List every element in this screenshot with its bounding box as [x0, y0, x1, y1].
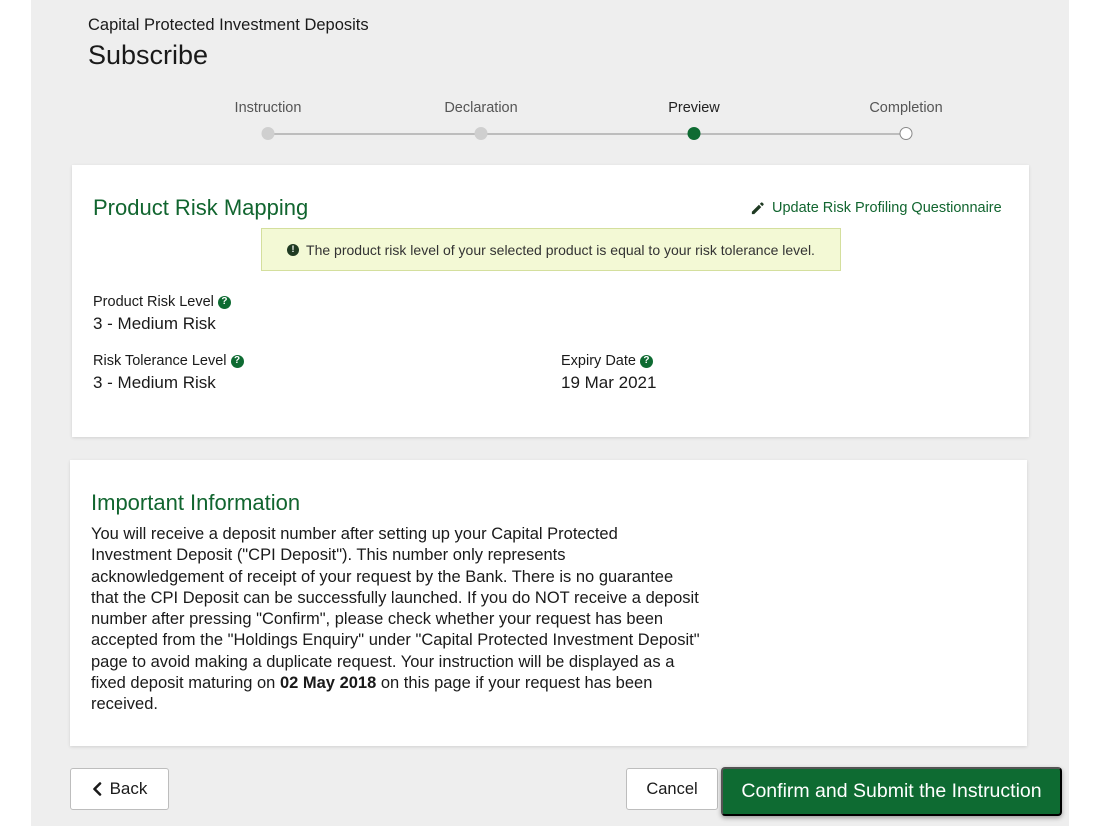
step-label-completion: Completion [869, 100, 943, 116]
important-info-card: Important Information You will receive a… [70, 460, 1027, 746]
important-info-title: Important Information [91, 490, 301, 515]
progress-stepper: Instruction Declaration Preview Completi… [0, 0, 1100, 150]
important-info-text-part1: You will receive a deposit number after … [91, 525, 700, 693]
risk-tolerance-value: 3 - Medium Risk [93, 373, 216, 392]
product-risk-label-text: Product Risk Level [93, 294, 214, 310]
step-dot-declaration [474, 127, 488, 140]
maturity-date: 02 May 2018 [279, 674, 377, 693]
important-info-text: You will receive a deposit number after … [91, 524, 701, 716]
risk-mapping-card: Product Risk Mapping Update Risk Profili… [72, 165, 1029, 437]
product-risk-label: Product Risk Level ? [93, 294, 231, 310]
chevron-left-icon [92, 782, 101, 796]
step-label-preview: Preview [668, 100, 720, 116]
expiry-date-label-text: Expiry Date [561, 353, 636, 369]
step-label-instruction: Instruction [234, 100, 302, 116]
product-risk-value: 3 - Medium Risk [93, 314, 216, 333]
step-dot-preview [687, 127, 701, 140]
step-label-declaration: Declaration [444, 100, 518, 116]
cancel-button[interactable]: Cancel [626, 768, 718, 810]
risk-match-notice-text: The product risk level of your selected … [306, 241, 815, 258]
pencil-icon [751, 201, 764, 214]
step-dot-instruction [261, 127, 275, 140]
risk-tolerance-label: Risk Tolerance Level ? [93, 353, 244, 369]
risk-match-notice: ! The product risk level of your selecte… [261, 228, 841, 271]
exclamation-icon: ! [287, 243, 300, 256]
risk-mapping-title: Product Risk Mapping [93, 195, 309, 220]
confirm-submit-button[interactable]: Confirm and Submit the Instruction [721, 767, 1062, 816]
expiry-date-value: 19 Mar 2021 [561, 373, 657, 392]
update-risk-questionnaire-label: Update Risk Profiling Questionnaire [772, 200, 1002, 216]
question-icon[interactable]: ? [639, 354, 653, 368]
step-dot-completion [899, 127, 913, 140]
question-icon[interactable]: ? [217, 295, 231, 309]
question-icon[interactable]: ? [230, 354, 244, 368]
expiry-date-label: Expiry Date ? [561, 353, 653, 369]
back-button[interactable]: Back [70, 768, 169, 810]
stepper-track [268, 133, 906, 135]
back-button-label: Back [109, 779, 148, 798]
update-risk-questionnaire-link[interactable]: Update Risk Profiling Questionnaire [750, 200, 1002, 216]
risk-tolerance-label-text: Risk Tolerance Level [93, 353, 227, 369]
